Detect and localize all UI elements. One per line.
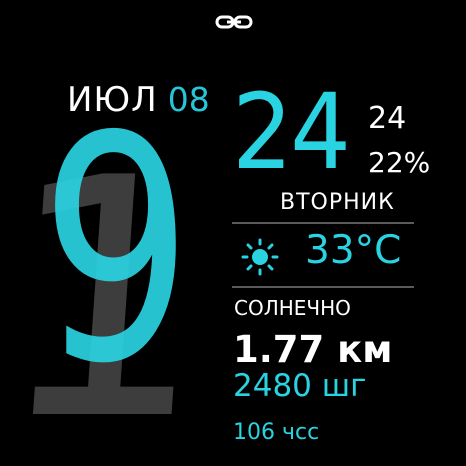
hour-ones-digit: 9 bbox=[40, 71, 193, 432]
steps-value: 2480 шг bbox=[233, 368, 367, 404]
temperature: 33°C bbox=[305, 228, 402, 273]
sun-icon bbox=[241, 238, 279, 276]
divider bbox=[232, 286, 414, 288]
seconds-display: 24 bbox=[368, 101, 407, 136]
heart-rate-value: 106 чсс bbox=[233, 420, 320, 445]
minutes-display: 24 bbox=[232, 71, 351, 193]
weather-condition: СОЛНЕЧНО bbox=[234, 296, 351, 320]
distance-value: 1.77 км bbox=[233, 328, 393, 371]
divider bbox=[232, 222, 414, 224]
weekday-label: ВТОРНИК bbox=[280, 190, 395, 215]
battery-percent: 22% bbox=[368, 146, 431, 179]
link-icon bbox=[215, 15, 253, 29]
